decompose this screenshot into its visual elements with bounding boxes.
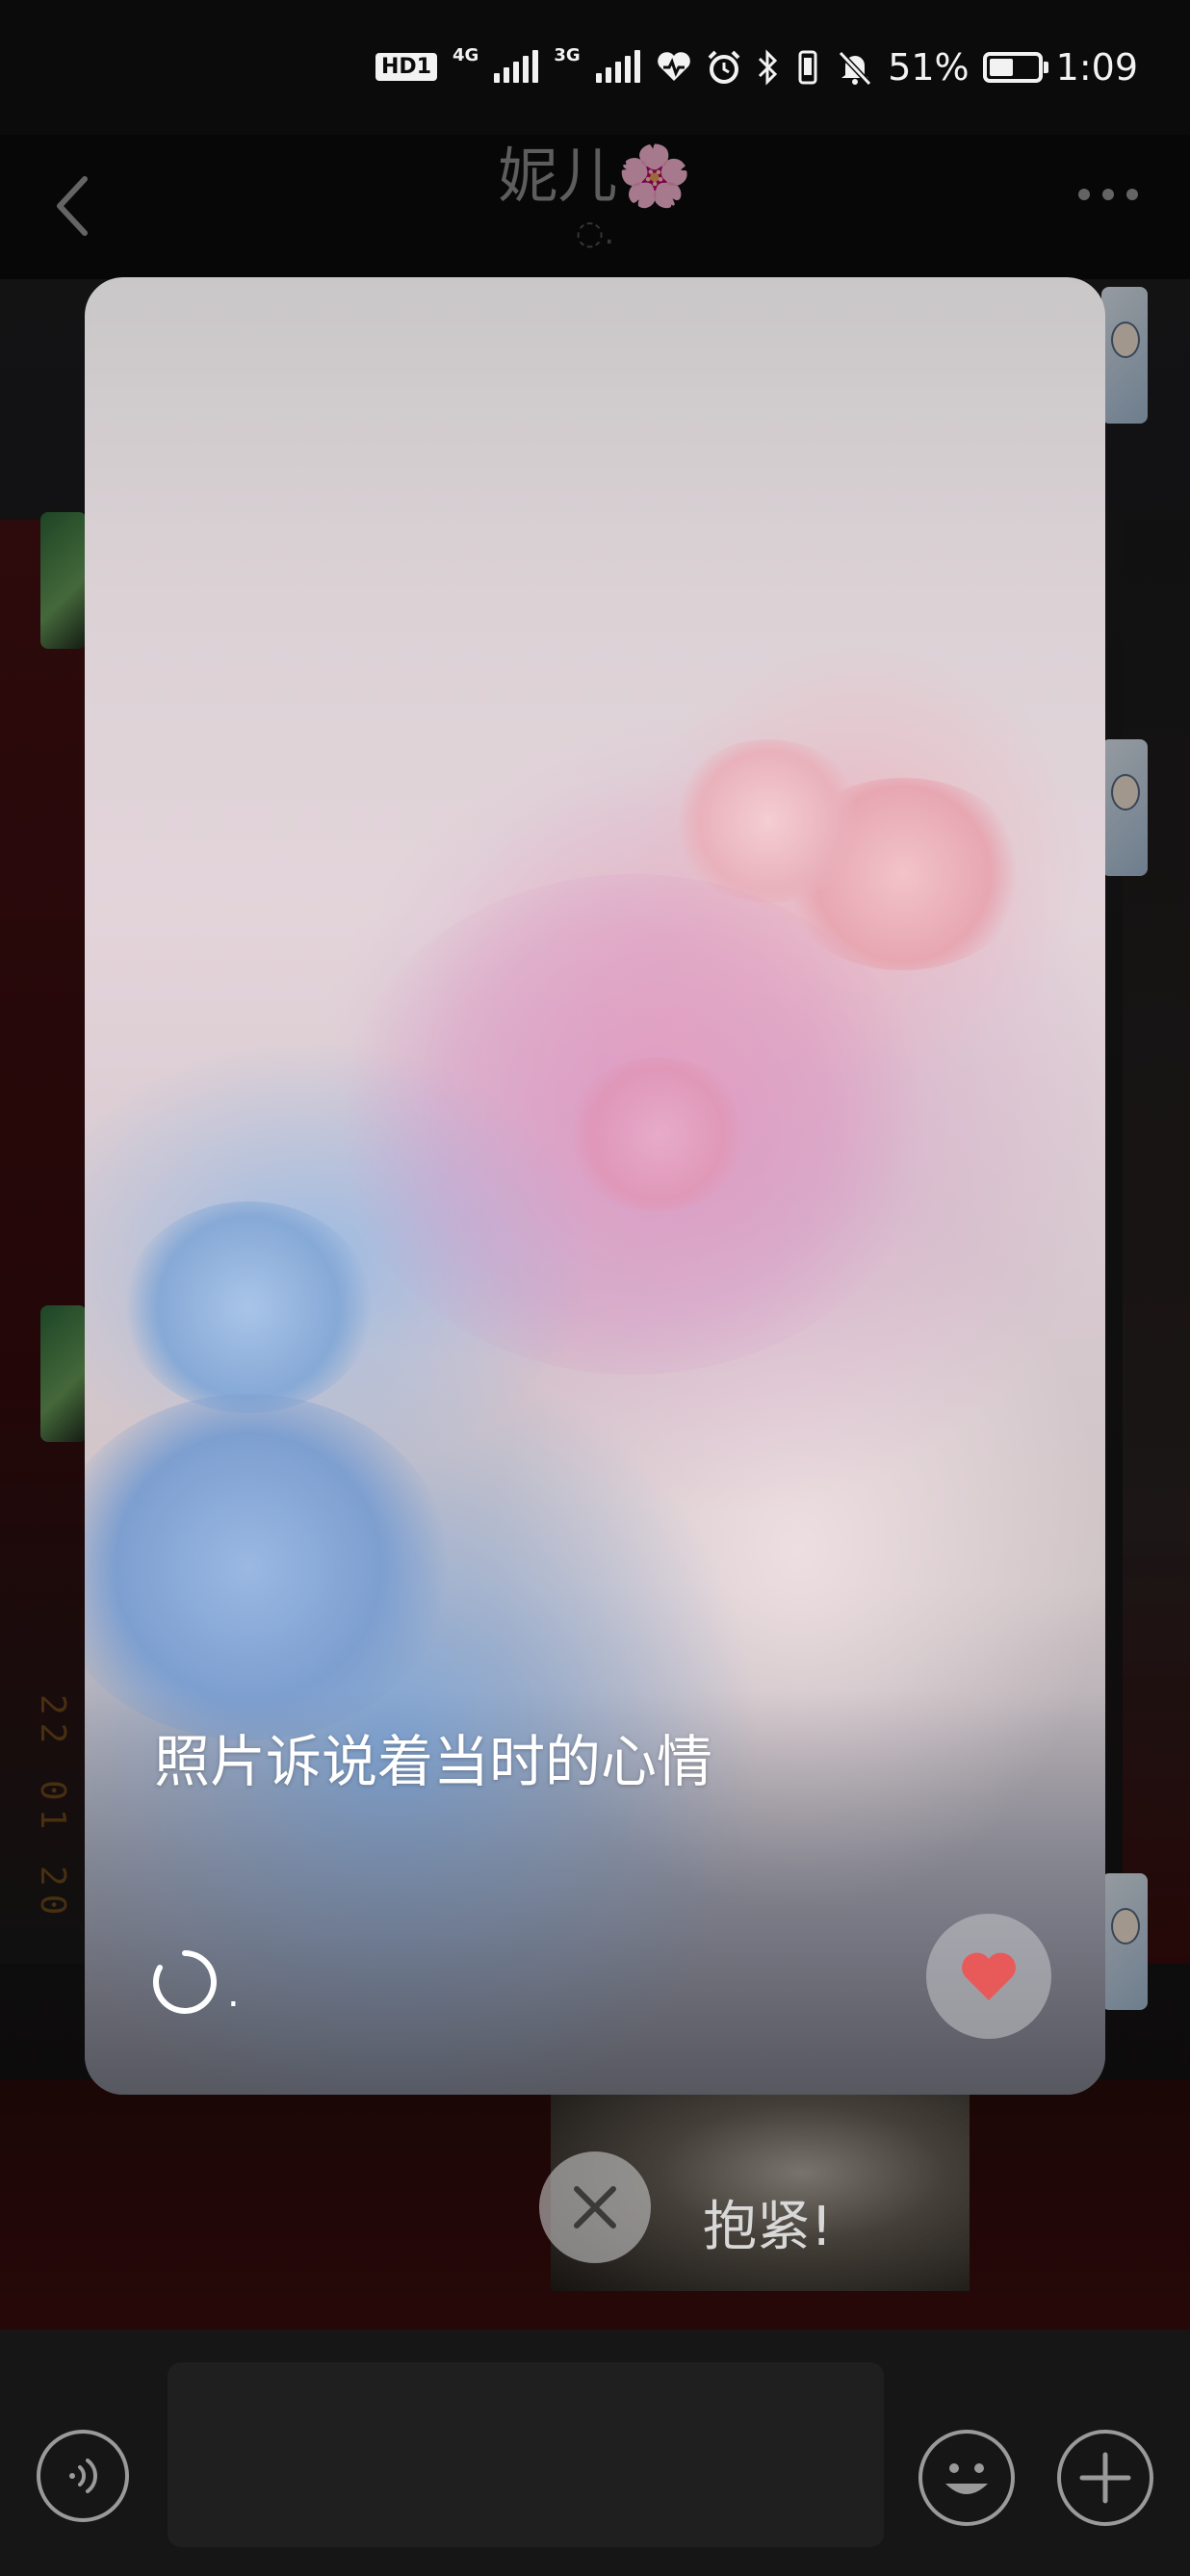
network-3g-label: 3G (554, 44, 581, 65)
network-4g-label: 4G (453, 44, 479, 65)
card-caption: 照片诉说着当时的心情 (154, 1729, 713, 1794)
bluetooth-icon (759, 49, 778, 86)
clock-time: 1:09 (1055, 46, 1138, 89)
loading-spinner-icon (153, 1950, 217, 2014)
smiley-icon (945, 2463, 988, 2494)
close-button[interactable] (539, 2151, 651, 2263)
image-caption-text: 抱紧! (703, 2196, 833, 2258)
blue-rose-image (85, 1394, 451, 1740)
photo-mood-card[interactable]: 照片诉说着当时的心情 . (85, 277, 1105, 2095)
mute-bell-icon (838, 50, 872, 87)
status-left-group: HD1 4G 3G (375, 42, 692, 90)
signal-bars-2-icon (595, 50, 640, 83)
message-text-field[interactable] (168, 2362, 884, 2547)
close-icon (574, 2186, 616, 2228)
vibrate-icon (798, 50, 817, 85)
like-button[interactable] (926, 1914, 1051, 2039)
heart-icon (962, 1952, 1016, 2000)
baby-breath-image (335, 874, 932, 1375)
pink-rose-image (672, 739, 865, 903)
blue-rose-image (123, 1201, 374, 1413)
plus-icon (1079, 2452, 1131, 2504)
health-heart-icon (657, 52, 690, 81)
alarm-icon (708, 50, 740, 84)
signal-bars-icon (494, 50, 539, 83)
status-bar: HD1 4G 3G 51% 1:09 (0, 0, 1190, 135)
battery-icon (982, 52, 1048, 83)
battery-level-fill (989, 59, 1013, 76)
loading-dot: . (227, 1971, 240, 2016)
more-functions-button[interactable] (1057, 2430, 1153, 2526)
emoji-button[interactable] (918, 2430, 1015, 2526)
battery-percent: 51% (888, 46, 970, 89)
hd-badge: HD1 (375, 52, 437, 81)
sim1-badge: 1 (416, 54, 431, 79)
voice-input-button[interactable] (37, 2430, 129, 2522)
voice-icon (69, 2459, 97, 2493)
status-right-group: 51% 1:09 (705, 39, 1138, 96)
